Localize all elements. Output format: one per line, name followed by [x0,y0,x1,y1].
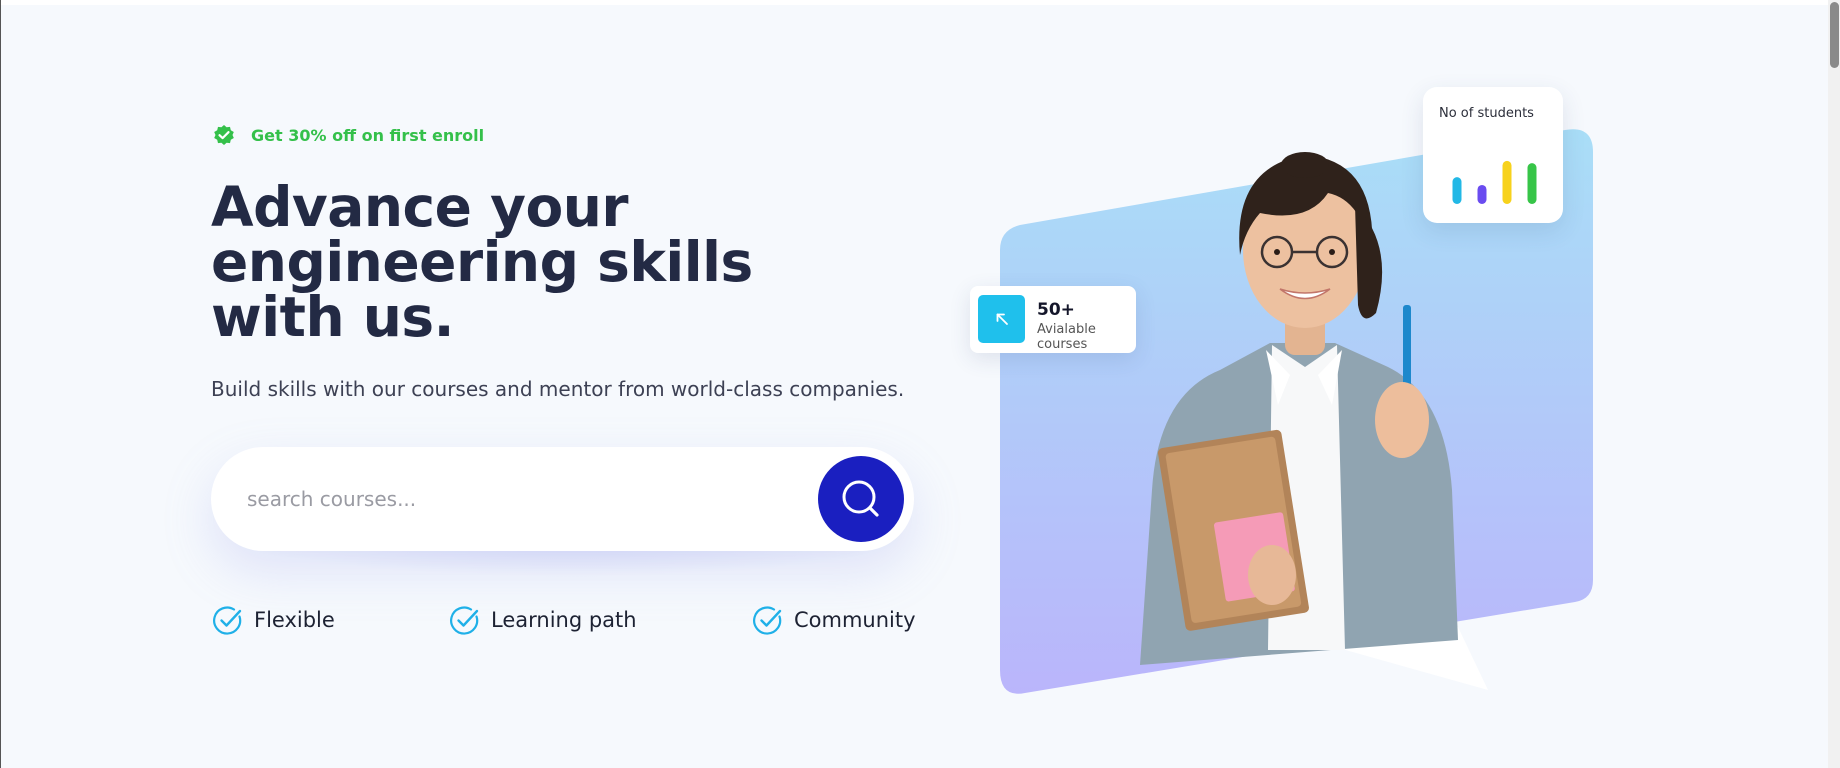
feature-label: Community [794,608,916,632]
search-button[interactable] [818,456,904,542]
feature-label: Learning path [491,608,637,632]
students-bar-chart [1452,160,1537,204]
hero-visual: 50+ Avialable courses No of students [960,80,1620,720]
search-input[interactable] [247,477,807,521]
verified-badge-icon [213,124,235,146]
student-bar [1452,177,1462,204]
hero-headline: Advance your engineering skills with us. [211,175,753,349]
student-bar [1527,163,1537,204]
scrollbar[interactable] [1828,0,1840,768]
courses-stat-card: 50+ Avialable courses [970,286,1136,353]
search-box [211,447,914,551]
courses-count: 50+ [1037,300,1075,320]
student-bar [1502,160,1512,204]
feature-list: Flexible Learning path Community [212,604,922,638]
scrollbar-thumb[interactable] [1830,2,1839,68]
check-circle-icon [213,606,242,635]
courses-icon-box [978,295,1025,343]
check-circle-icon [753,606,782,635]
hero-content: Get 30% off on first enroll Advance your… [211,118,931,401]
search-bar [211,447,914,577]
check-circle-icon [450,606,479,635]
hero-subtitle: Build skills with our courses and mentor… [211,377,905,401]
top-strip [0,0,1840,5]
feature-learning-path: Learning path [449,604,637,636]
search-icon [842,480,879,517]
promo-text: Get 30% off on first enroll [251,125,485,145]
arrow-up-left-icon [996,313,1008,325]
student-bar [1477,184,1487,204]
window-edge [0,0,1,768]
courses-label: Avialable courses [1037,322,1096,352]
feature-flexible: Flexible [212,604,335,636]
feature-community: Community [752,604,916,636]
students-stat-card: No of students [1423,87,1563,223]
promo-badge: Get 30% off on first enroll [211,118,931,152]
feature-label: Flexible [254,608,335,632]
